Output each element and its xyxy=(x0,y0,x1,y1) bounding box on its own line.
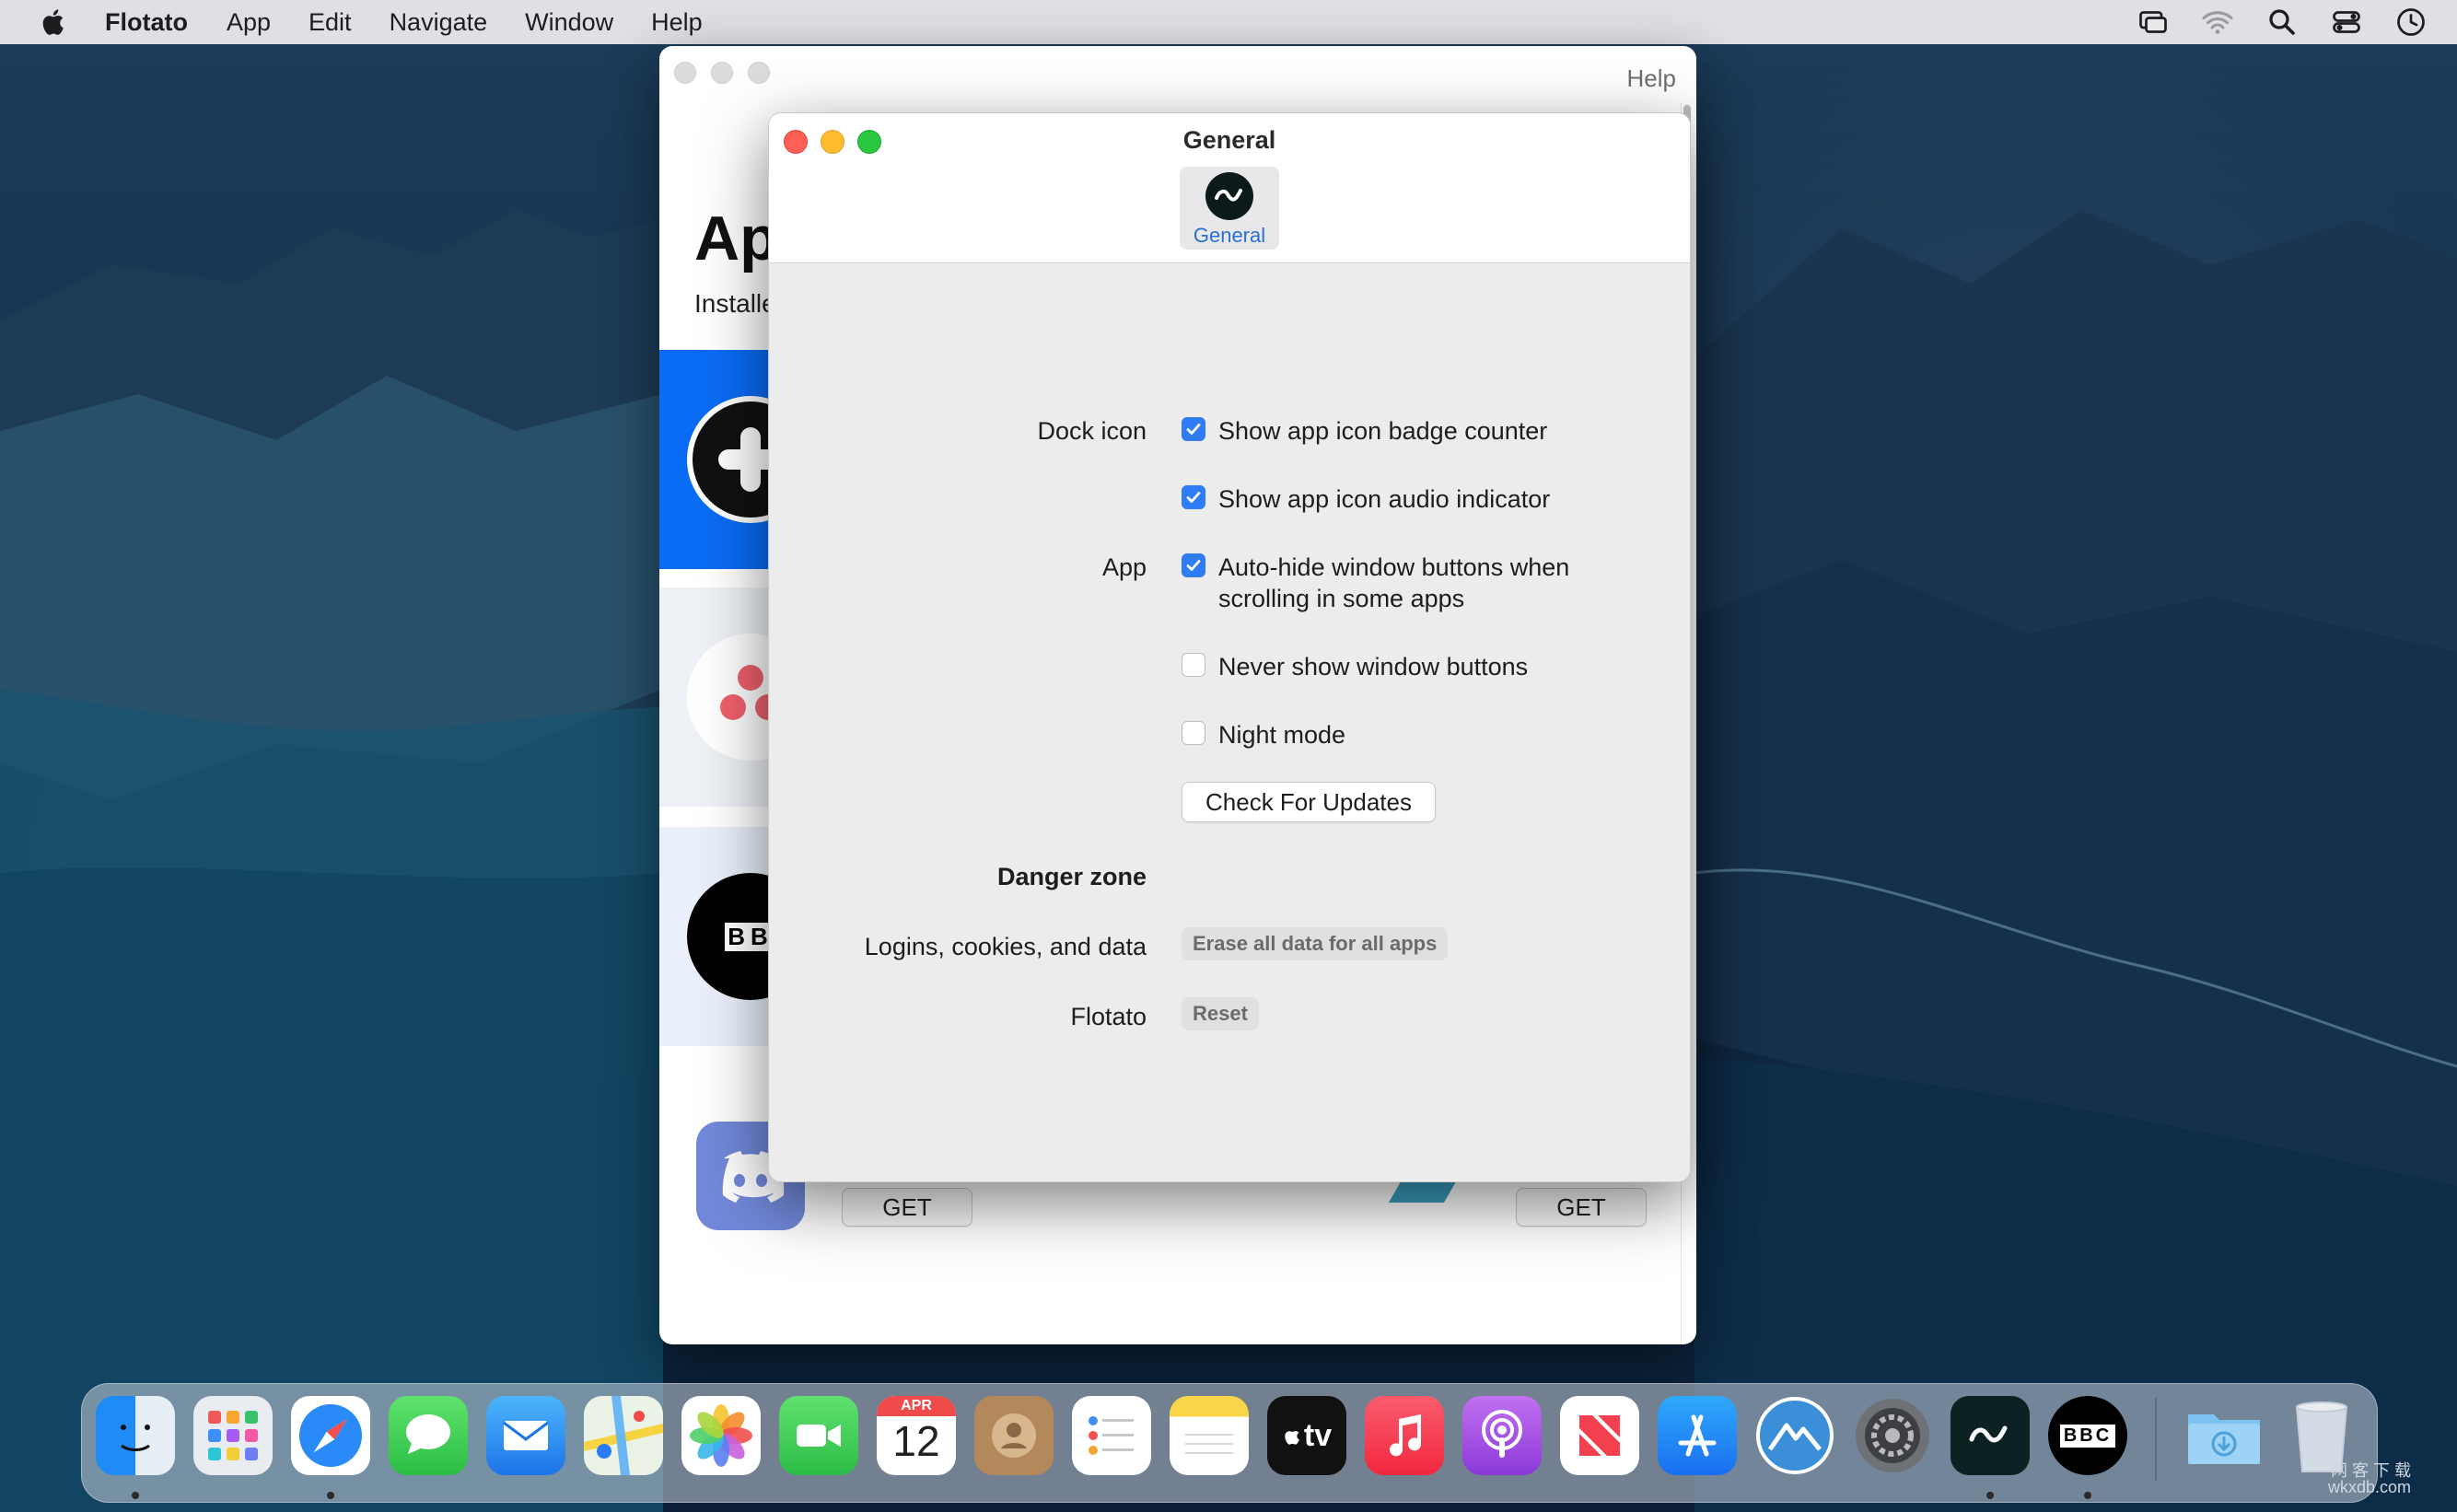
facetime-icon[interactable] xyxy=(779,1396,858,1475)
checkbox-never-show[interactable]: Never show window buttons xyxy=(1182,651,1642,682)
launchpad-icon[interactable] xyxy=(193,1396,273,1475)
apple-tv-icon[interactable]: tv xyxy=(1267,1396,1346,1475)
checkbox-night-mode[interactable]: Night mode xyxy=(1182,719,1642,750)
checkbox-checked[interactable] xyxy=(1182,485,1205,509)
running-indicator xyxy=(132,1492,139,1499)
flotato-wave-icon xyxy=(1205,172,1253,220)
music-icon[interactable] xyxy=(1365,1396,1444,1475)
menu-window[interactable]: Window xyxy=(525,8,613,37)
checkbox-unchecked[interactable] xyxy=(1182,721,1205,745)
label-dock-icon: Dock icon xyxy=(1037,417,1147,445)
system-preferences-icon[interactable] xyxy=(1853,1396,1932,1475)
label-app: App xyxy=(1101,553,1147,581)
search-icon[interactable] xyxy=(2265,6,2299,39)
checkbox-unchecked[interactable] xyxy=(1182,653,1205,677)
checkbox-checked[interactable] xyxy=(1182,553,1205,577)
reminders-icon[interactable] xyxy=(1072,1396,1151,1475)
checkbox-badge-counter[interactable]: Show app icon badge counter xyxy=(1182,415,1642,447)
preferences-window: General General Dock icon App Danger zon… xyxy=(768,112,1691,1182)
mail-icon[interactable] xyxy=(486,1396,565,1475)
audio-indicator-label: Show app icon audio indicator xyxy=(1218,485,1551,513)
app-card-bbc[interactable]: BB xyxy=(659,827,814,1046)
news-icon[interactable] xyxy=(1560,1396,1639,1475)
app-store-icon[interactable] xyxy=(1658,1396,1737,1475)
reset-button[interactable]: Reset xyxy=(1182,997,1259,1030)
maps-icon[interactable] xyxy=(584,1396,663,1475)
menu-bar: Flotato App Edit Navigate Window Help xyxy=(0,0,2457,44)
photos-icon[interactable] xyxy=(681,1396,761,1475)
checkbox-audio-indicator[interactable]: Show app icon audio indicator xyxy=(1182,483,1642,515)
tab-general-label: General xyxy=(1193,224,1266,247)
checkbox-autohide[interactable]: Auto-hide window buttons when scrolling … xyxy=(1182,552,1605,614)
notes-icon[interactable] xyxy=(1170,1396,1249,1475)
never-show-label: Never show window buttons xyxy=(1218,653,1529,680)
running-indicator xyxy=(2084,1492,2091,1499)
app-card-selected[interactable] xyxy=(659,350,814,569)
apple-logo-icon xyxy=(1285,1431,1299,1445)
night-mode-label: Night mode xyxy=(1218,721,1346,749)
running-indicator xyxy=(1986,1492,1994,1499)
erase-all-button[interactable]: Erase all data for all apps xyxy=(1182,927,1449,960)
safari-icon[interactable] xyxy=(291,1396,370,1475)
calendar-icon[interactable]: APR 12 xyxy=(877,1396,956,1475)
siri-clock-icon[interactable] xyxy=(2394,6,2428,39)
menu-app[interactable]: App xyxy=(227,8,271,37)
page-subtitle: Installe xyxy=(694,289,776,318)
help-link[interactable]: Help xyxy=(1627,64,1676,93)
check-updates-button[interactable]: Check For Updates xyxy=(1182,782,1436,822)
window-minimize-inactive[interactable] xyxy=(711,62,733,84)
bbc-dock-label: BBC xyxy=(2059,1424,2116,1448)
finder-icon[interactable] xyxy=(96,1396,175,1475)
window-zoom-inactive[interactable] xyxy=(748,62,770,84)
checkmark-icon xyxy=(1186,560,1201,571)
control-center-icon[interactable] xyxy=(2330,6,2363,39)
downloads-folder-icon[interactable] xyxy=(2184,1396,2264,1475)
altitude-app-icon[interactable] xyxy=(1755,1396,1834,1475)
flotato-dock-icon[interactable] xyxy=(1950,1396,2030,1475)
labels-column: Dock icon App Danger zone Logins, cookie… xyxy=(769,113,1147,1181)
get-button-left[interactable]: GET xyxy=(842,1188,972,1227)
menu-navigate[interactable]: Navigate xyxy=(390,8,488,37)
menu-app-name[interactable]: Flotato xyxy=(105,8,188,37)
screen-mirroring-icon[interactable] xyxy=(2137,6,2170,39)
tv-label: tv xyxy=(1303,1417,1333,1453)
label-logins: Logins, cookies, and data xyxy=(864,933,1147,960)
window-close-inactive[interactable] xyxy=(674,62,696,84)
badge-counter-label: Show app icon badge counter xyxy=(1218,417,1548,445)
checkmark-icon xyxy=(1186,492,1201,503)
label-danger-zone: Danger zone xyxy=(996,863,1147,890)
autohide-label: Auto-hide window buttons when scrolling … xyxy=(1218,553,1570,612)
get-button-right[interactable]: GET xyxy=(1516,1188,1647,1227)
apple-icon[interactable] xyxy=(39,6,70,38)
messages-icon[interactable] xyxy=(389,1396,468,1475)
dock-separator xyxy=(2155,1398,2157,1481)
checkmark-icon xyxy=(1186,424,1201,435)
tab-general[interactable]: General xyxy=(1180,167,1279,250)
watermark-line1: 网 客 下 载 xyxy=(2331,1461,2412,1480)
contacts-icon[interactable] xyxy=(974,1396,1054,1475)
bbc-dock-icon[interactable]: BBC xyxy=(2048,1396,2127,1475)
label-flotato: Flotato xyxy=(1070,1003,1147,1030)
calendar-day: 12 xyxy=(892,1417,940,1465)
calendar-month: APR xyxy=(901,1398,932,1413)
menu-help[interactable]: Help xyxy=(651,8,703,37)
watermark: 网 客 下 载 wkxdb.com xyxy=(2328,1462,2411,1495)
app-card-asana[interactable] xyxy=(659,587,814,807)
podcasts-icon[interactable] xyxy=(1462,1396,1542,1475)
checkbox-checked[interactable] xyxy=(1182,417,1205,441)
page-title: Ap xyxy=(694,204,778,273)
wifi-icon[interactable] xyxy=(2201,6,2234,39)
watermark-line2: wkxdb.com xyxy=(2328,1478,2412,1496)
running-indicator xyxy=(327,1492,334,1499)
menu-edit[interactable]: Edit xyxy=(309,8,352,37)
